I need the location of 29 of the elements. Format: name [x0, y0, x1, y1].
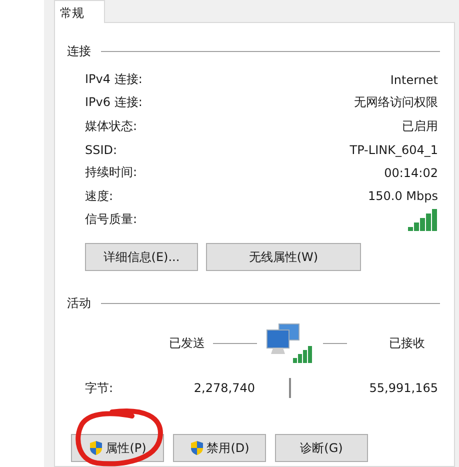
field-label: SSID:: [85, 142, 118, 157]
dialog-button[interactable]: 禁用(D): [173, 434, 266, 462]
received-bytes: 55,991,165: [369, 381, 438, 396]
dialog-button[interactable]: 无线属性(W): [206, 243, 361, 272]
field-label: 速度:: [85, 188, 114, 205]
signal-icon: [408, 207, 438, 232]
field-value: 150.0 Mbps: [368, 189, 438, 204]
network-computers-icon: [265, 322, 313, 364]
dialog-button[interactable]: 诊断(G): [275, 434, 368, 462]
sent-bytes: 2,278,740: [194, 381, 255, 396]
sent-label: 已发送: [169, 334, 205, 352]
shield-icon: [190, 440, 204, 456]
bytes-label: 字节:: [85, 380, 114, 397]
section-title: 活动: [67, 295, 91, 312]
field-value: 无网络访问权限: [354, 94, 438, 112]
field-label: IPv6 连接:: [85, 94, 142, 112]
field-label: 信号质量:: [85, 210, 138, 228]
tab[interactable]: 常规: [54, 0, 105, 23]
field-value: Internet: [390, 72, 438, 87]
field-label: 媒体状态:: [85, 118, 138, 135]
received-label: 已接收: [389, 334, 425, 352]
field-label: 持续时间:: [85, 164, 138, 182]
field-value: TP-LINK_604_1: [350, 142, 438, 157]
field-label: IPv4 连接:: [85, 71, 142, 88]
field-value: 已启用: [402, 118, 438, 135]
section-title: 连接: [67, 43, 91, 60]
field-value: 00:14:02: [384, 166, 438, 180]
shield-icon: [88, 440, 103, 456]
dialog-button[interactable]: 详细信息(E)...: [85, 243, 198, 272]
